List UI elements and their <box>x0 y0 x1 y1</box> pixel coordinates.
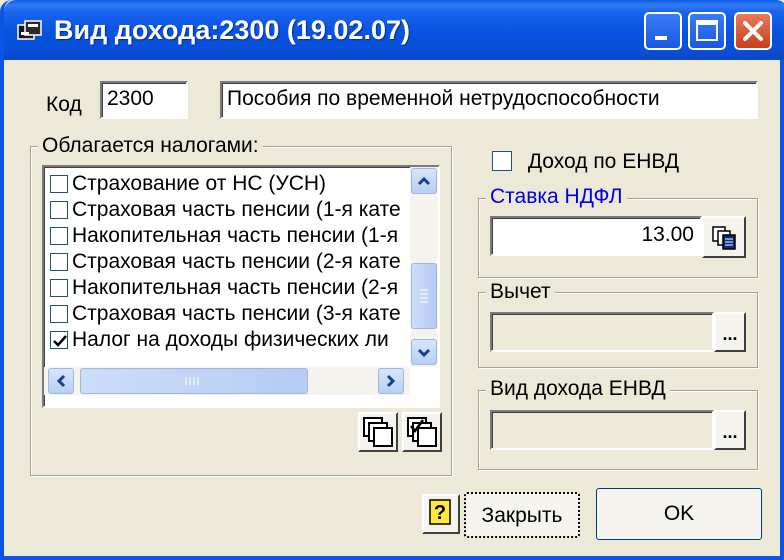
envd-income-group-title: Вид дохода ЕНВД <box>486 377 670 401</box>
envd-checkbox[interactable] <box>492 151 512 171</box>
ndfl-rate-input[interactable]: 13.00 <box>490 216 702 256</box>
close-window-button[interactable] <box>734 12 772 50</box>
vertical-scrollbar[interactable] <box>410 167 438 367</box>
tax-item-label: Страхование от НС (УСН) <box>72 172 327 195</box>
tax-item-label: Накопительная часть пенсии (1-я <box>72 224 399 247</box>
tax-list-item[interactable]: Накопительная часть пенсии (2-я <box>50 275 410 301</box>
code-label: Код <box>46 93 82 116</box>
tax-checkbox[interactable] <box>50 175 68 193</box>
deduction-browse-button[interactable]: ... <box>714 312 746 352</box>
scroll-down-button[interactable] <box>411 339 437 365</box>
vertical-scroll-thumb[interactable] <box>411 263 437 329</box>
code-input[interactable]: 2300 <box>100 81 188 119</box>
chevron-down-icon <box>417 348 431 358</box>
tax-list-item[interactable]: Страховая часть пенсии (2-я кате <box>50 249 410 275</box>
tax-checkbox[interactable] <box>50 227 68 245</box>
dialog-window: Вид дохода:2300 (19.02.07) Код 2300 Посо… <box>0 0 784 560</box>
help-button[interactable]: ? <box>422 494 460 534</box>
minimize-button[interactable] <box>644 12 682 50</box>
check-all-button[interactable] <box>402 412 442 452</box>
ndfl-group-title: Ставка НДФЛ <box>486 185 627 209</box>
envd-checkbox-label: Доход по ЕНВД <box>527 150 680 173</box>
check-all-icon <box>407 417 437 447</box>
envd-income-input[interactable] <box>490 410 714 450</box>
close-icon <box>743 21 763 41</box>
title-bar[interactable]: Вид дохода:2300 (19.02.07) <box>4 0 784 60</box>
tax-item-label: Страховая часть пенсии (3-я кате <box>72 302 401 325</box>
tax-item-label: Налог на доходы физических ли <box>72 328 389 351</box>
tax-list-item[interactable]: Накопительная часть пенсии (1-я <box>50 223 410 249</box>
uncheck-all-button[interactable] <box>358 412 398 452</box>
maximize-icon <box>696 20 718 41</box>
uncheck-all-icon <box>363 417 393 447</box>
minimize-icon <box>655 36 667 40</box>
scroll-up-button[interactable] <box>411 168 437 194</box>
deduction-input[interactable] <box>490 312 714 352</box>
checkmark-icon <box>53 335 67 347</box>
tax-item-label: Страховая часть пенсии (2-я кате <box>72 250 401 273</box>
maximize-button[interactable] <box>688 12 726 50</box>
horizontal-scrollbar[interactable] <box>44 367 410 395</box>
copy-icon <box>712 226 736 250</box>
app-icon <box>16 19 44 43</box>
income-name-input[interactable]: Пособия по временной нетрудоспособности <box>220 81 758 119</box>
grip-icon <box>185 377 199 385</box>
envd-income-browse-button[interactable]: ... <box>714 410 746 450</box>
taxes-group-title: Облагается налогами: <box>38 134 263 158</box>
tax-checkbox[interactable] <box>50 279 68 297</box>
close-button[interactable]: Закрыть <box>464 492 580 538</box>
help-icon: ? <box>429 499 451 525</box>
tax-item-label: Страховая часть пенсии (1-я кате <box>72 198 401 221</box>
tax-list-item[interactable]: Страховая часть пенсии (1-я кате <box>50 197 410 223</box>
tax-list-item[interactable]: Страхование от НС (УСН) <box>50 171 410 197</box>
window-title: Вид дохода:2300 (19.02.07) <box>54 15 410 45</box>
tax-checkbox-checked[interactable] <box>50 331 68 349</box>
tax-item-label: Накопительная часть пенсии (2-я <box>72 276 399 299</box>
tax-checkbox[interactable] <box>50 201 68 219</box>
scroll-right-button[interactable] <box>378 368 404 394</box>
horizontal-scroll-thumb[interactable] <box>80 368 308 394</box>
taxes-list[interactable]: Страхование от НС (УСН) Страховая часть п… <box>42 165 440 408</box>
tax-list-item[interactable]: Страховая часть пенсии (3-я кате <box>50 301 410 327</box>
tax-checkbox[interactable] <box>50 305 68 323</box>
ndfl-select-button[interactable] <box>702 216 746 258</box>
ok-button[interactable]: OK <box>596 488 762 540</box>
chevron-left-icon <box>56 374 66 388</box>
envd-checkbox-row[interactable]: Доход по ЕНВД <box>492 150 679 174</box>
tax-checkbox[interactable] <box>50 253 68 271</box>
help-glyph: ? <box>434 502 446 524</box>
deduction-group-title: Вычет <box>486 280 555 304</box>
tax-list-item[interactable]: Налог на доходы физических ли <box>50 327 410 353</box>
scroll-left-button[interactable] <box>48 368 74 394</box>
chevron-right-icon <box>386 374 396 388</box>
grip-icon <box>420 289 428 303</box>
chevron-up-icon <box>417 176 431 186</box>
